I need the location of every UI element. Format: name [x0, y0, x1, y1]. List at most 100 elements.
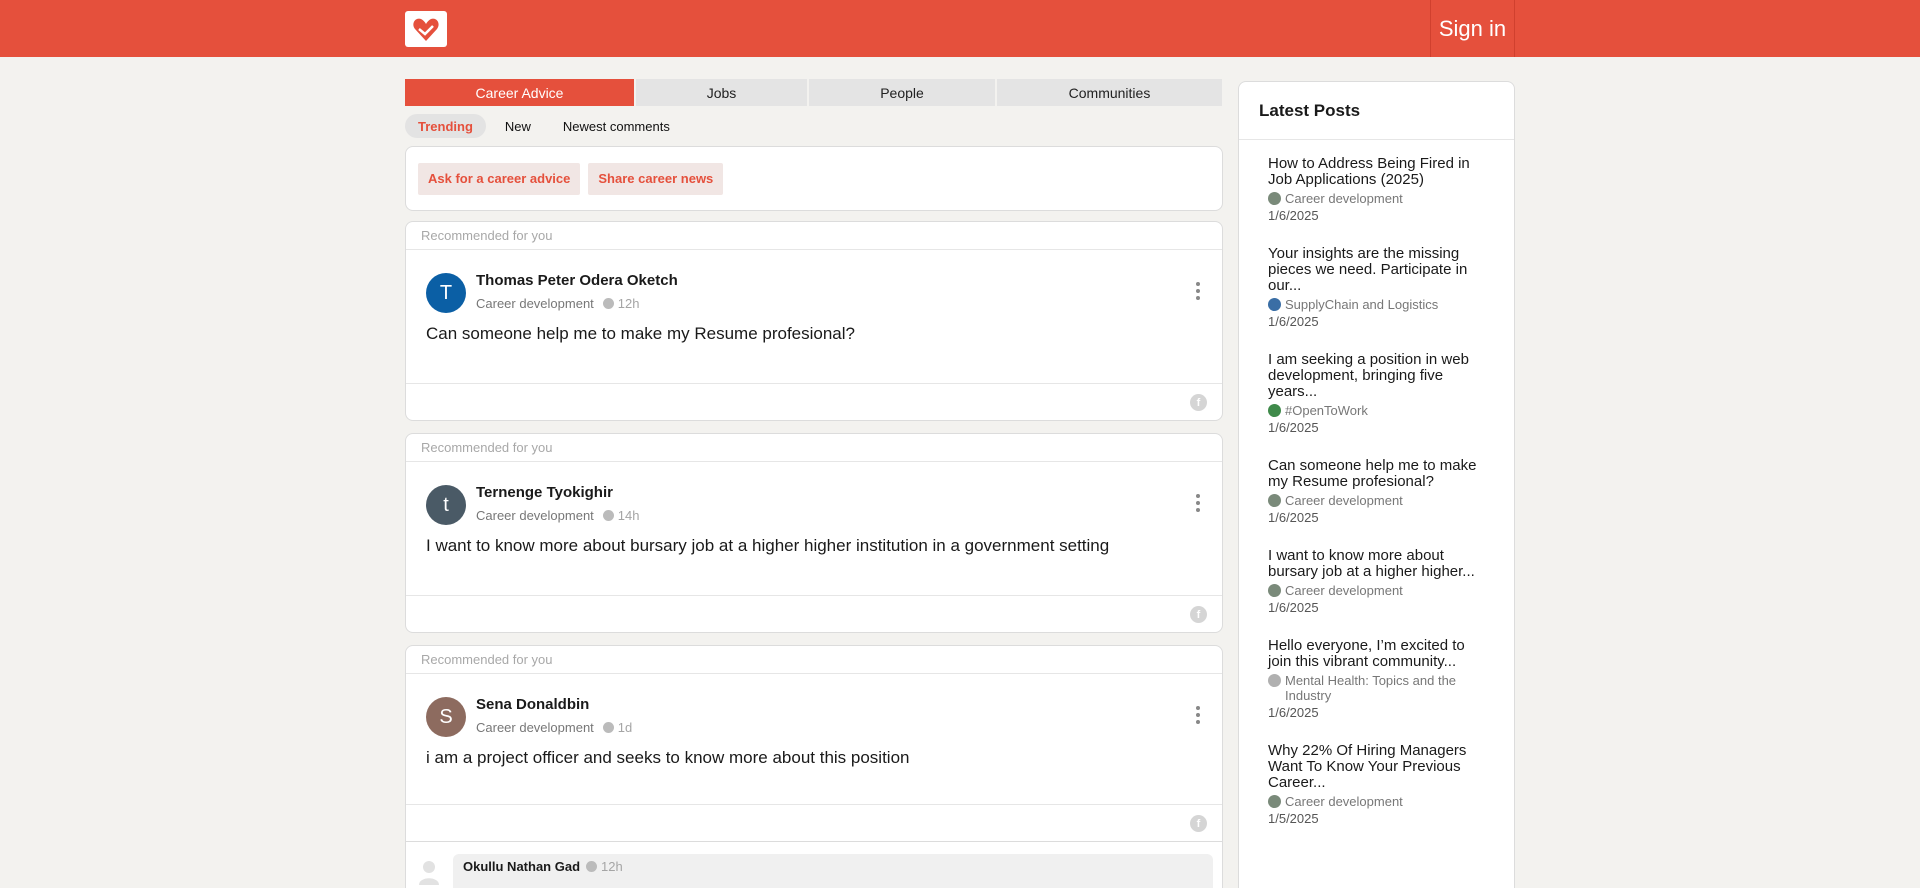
latest-post-item[interactable]: Your insights are the missing pieces we …	[1268, 246, 1483, 329]
post-author[interactable]: Ternenge Tyokighir	[476, 484, 613, 501]
latest-post-community[interactable]: #OpenToWork	[1268, 403, 1483, 418]
recommended-label: Recommended for you	[406, 646, 1222, 674]
post-author[interactable]: Thomas Peter Odera Oketch	[476, 272, 678, 289]
latest-post-title[interactable]: Hello everyone, I’m excited to join this…	[1268, 638, 1483, 670]
recommended-label: Recommended for you	[406, 434, 1222, 462]
community-icon	[1268, 795, 1281, 808]
community-name[interactable]: #OpenToWork	[1285, 403, 1368, 418]
comment-header: Okullu Nathan Gad 12h	[463, 859, 623, 874]
tab-career-advice[interactable]: Career Advice	[405, 79, 636, 106]
latest-post-title[interactable]: Can someone help me to make my Resume pr…	[1268, 458, 1483, 490]
latest-post-title[interactable]: Why 22% Of Hiring Managers Want To Know …	[1268, 743, 1483, 791]
more-options-icon[interactable]	[1196, 282, 1202, 300]
avatar[interactable]: S	[426, 697, 466, 737]
post-card[interactable]: Recommended for you T Thomas Peter Odera…	[405, 221, 1223, 421]
latest-post-community[interactable]: Mental Health: Topics and the Industry	[1268, 673, 1483, 703]
community-icon	[1268, 404, 1281, 417]
avatar[interactable]: t	[426, 485, 466, 525]
sidebar-title: Latest Posts	[1239, 82, 1514, 140]
latest-post-date: 1/6/2025	[1268, 705, 1319, 720]
user-placeholder-icon	[418, 859, 440, 885]
latest-post-date: 1/6/2025	[1268, 314, 1319, 329]
community-name[interactable]: Career development	[1285, 794, 1403, 809]
top-navbar: Sign in	[0, 0, 1920, 57]
community-name[interactable]: Mental Health: Topics and the Industry	[1285, 673, 1483, 703]
latest-post-date: 1/6/2025	[1268, 600, 1319, 615]
comment-bubble: Okullu Nathan Gad 12h	[453, 854, 1213, 888]
community-icon	[1268, 192, 1281, 205]
post-category[interactable]: Career development	[476, 720, 594, 735]
community-name[interactable]: Career development	[1285, 191, 1403, 206]
avatar[interactable]: T	[426, 273, 466, 313]
sign-in-button[interactable]: Sign in	[1430, 0, 1515, 57]
community-name[interactable]: SupplyChain and Logistics	[1285, 297, 1438, 312]
post-time: 12h	[617, 296, 640, 311]
post-footer: f	[406, 595, 1222, 632]
latest-post-community[interactable]: Career development	[1268, 583, 1483, 598]
post-card[interactable]: Recommended for you S Sena Donaldbin Car…	[405, 645, 1223, 842]
sort-newest-comments[interactable]: Newest comments	[550, 114, 683, 138]
latest-post-item[interactable]: Hello everyone, I’m excited to join this…	[1268, 638, 1483, 720]
latest-post-title[interactable]: How to Address Being Fired in Job Applic…	[1268, 156, 1483, 188]
facebook-share-icon[interactable]: f	[1190, 394, 1207, 411]
community-icon	[1268, 584, 1281, 597]
sort-new[interactable]: New	[492, 114, 544, 138]
facebook-share-icon[interactable]: f	[1190, 606, 1207, 623]
latest-post-date: 1/6/2025	[1268, 510, 1319, 525]
post-category[interactable]: Career development	[476, 296, 594, 311]
post-meta: Career development 1d	[476, 720, 632, 735]
post-text[interactable]: I want to know more about bursary job at…	[426, 536, 1109, 556]
latest-post-item[interactable]: I am seeking a position in web developme…	[1268, 352, 1483, 435]
latest-post-community[interactable]: Career development	[1268, 493, 1483, 508]
sort-trending[interactable]: Trending	[405, 114, 486, 138]
comment-author[interactable]: Okullu Nathan Gad	[463, 859, 580, 874]
latest-post-community[interactable]: Career development	[1268, 191, 1483, 206]
latest-post-date: 1/6/2025	[1268, 208, 1319, 223]
main-tabs: Career Advice Jobs People Communities	[405, 79, 1222, 106]
post-actions-card: Ask for a career advice Share career new…	[405, 146, 1223, 211]
logo-icon[interactable]	[405, 11, 447, 47]
latest-post-date: 1/6/2025	[1268, 420, 1319, 435]
community-name[interactable]: Career development	[1285, 583, 1403, 598]
latest-post-item[interactable]: Can someone help me to make my Resume pr…	[1268, 458, 1483, 525]
latest-post-item[interactable]: I want to know more about bursary job at…	[1268, 548, 1483, 615]
tab-jobs[interactable]: Jobs	[636, 79, 809, 106]
latest-posts-sidebar: Latest Posts How to Address Being Fired …	[1238, 81, 1515, 888]
community-name[interactable]: Career development	[1285, 493, 1403, 508]
post-footer: f	[406, 804, 1222, 841]
tab-people[interactable]: People	[809, 79, 997, 106]
post-text[interactable]: Can someone help me to make my Resume pr…	[426, 324, 855, 344]
latest-post-item[interactable]: Why 22% Of Hiring Managers Want To Know …	[1268, 743, 1483, 826]
comment-time: 12h	[601, 859, 623, 874]
latest-post-community[interactable]: Career development	[1268, 794, 1483, 809]
post-author[interactable]: Sena Donaldbin	[476, 696, 589, 713]
post-text[interactable]: i am a project officer and seeks to know…	[426, 748, 910, 768]
latest-post-item[interactable]: How to Address Being Fired in Job Applic…	[1268, 156, 1483, 223]
post-category[interactable]: Career development	[476, 508, 594, 523]
tab-communities[interactable]: Communities	[997, 79, 1222, 106]
facebook-share-icon[interactable]: f	[1190, 815, 1207, 832]
more-options-icon[interactable]	[1196, 706, 1202, 724]
ask-advice-button[interactable]: Ask for a career advice	[418, 162, 581, 195]
latest-post-title[interactable]: I am seeking a position in web developme…	[1268, 352, 1483, 400]
latest-post-title[interactable]: Your insights are the missing pieces we …	[1268, 246, 1483, 294]
community-icon	[1268, 674, 1281, 687]
latest-post-community[interactable]: SupplyChain and Logistics	[1268, 297, 1483, 312]
share-news-button[interactable]: Share career news	[588, 162, 724, 195]
post-time: 1d	[617, 720, 633, 735]
recommended-label: Recommended for you	[406, 222, 1222, 250]
clock-icon	[602, 722, 614, 733]
latest-posts-list: How to Address Being Fired in Job Applic…	[1239, 140, 1514, 826]
post-meta: Career development 14h	[476, 508, 640, 523]
post-meta: Career development 12h	[476, 296, 640, 311]
latest-post-title[interactable]: I want to know more about bursary job at…	[1268, 548, 1483, 580]
clock-icon	[602, 298, 614, 309]
community-icon	[1268, 298, 1281, 311]
post-card[interactable]: Recommended for you t Ternenge Tyokighir…	[405, 433, 1223, 633]
sort-filters: Trending New Newest comments	[405, 114, 683, 138]
more-options-icon[interactable]	[1196, 494, 1202, 512]
clock-icon	[586, 861, 598, 872]
post-footer: f	[406, 383, 1222, 420]
clock-icon	[602, 510, 614, 521]
latest-post-date: 1/5/2025	[1268, 811, 1319, 826]
